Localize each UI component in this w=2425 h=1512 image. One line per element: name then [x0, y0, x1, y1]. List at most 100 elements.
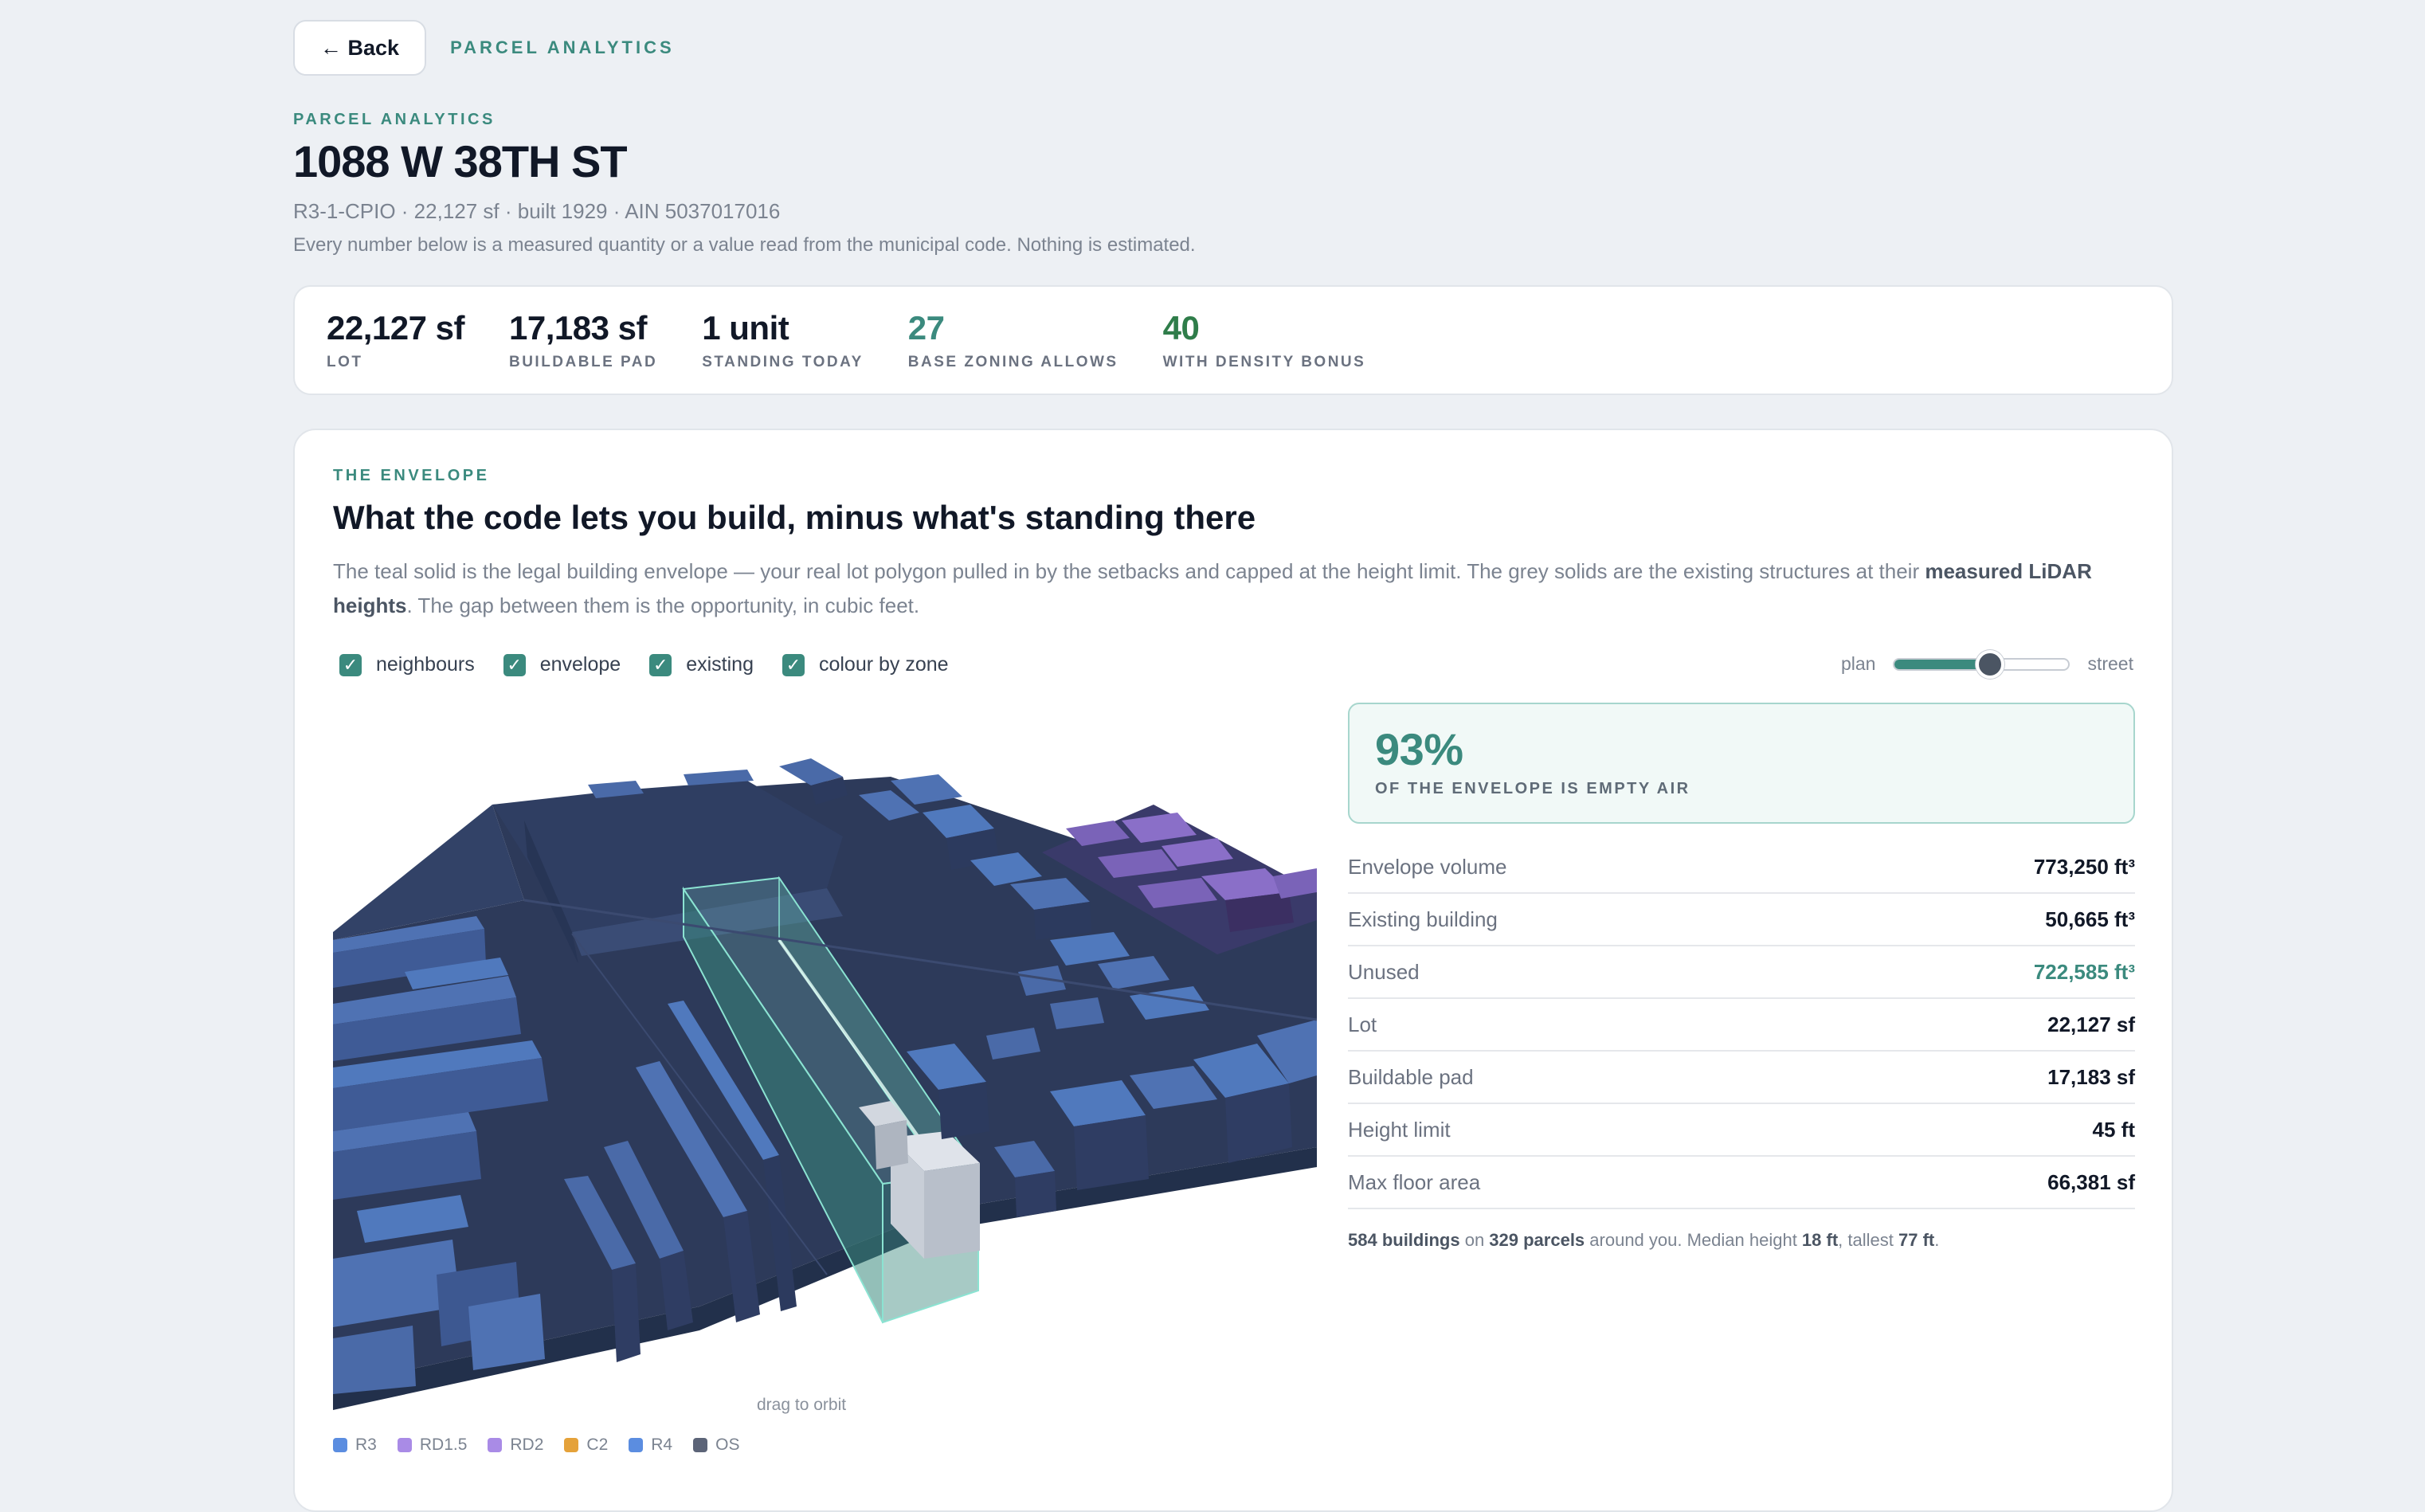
page-title: 1088 W 38TH ST	[293, 136, 628, 186]
envelope-title: What the code lets you build, minus what…	[333, 499, 1256, 536]
metric-value: 22,127 sf	[2047, 1012, 2135, 1036]
metric-label: Unused	[1348, 959, 1420, 984]
legend-swatch	[333, 1438, 347, 1452]
toggle-label: envelope	[539, 653, 621, 676]
legend-label: OS	[715, 1436, 740, 1454]
stat-label: LOT	[327, 354, 363, 370]
legend-item: OS	[693, 1436, 739, 1455]
stat-value: 17,183 sf	[508, 309, 647, 347]
existing-annex-front	[875, 1120, 908, 1169]
neighbourhood-summary: 584 buildings on 329 parcels around you.…	[1348, 1230, 2135, 1251]
desc-text: The teal solid is the legal building env…	[333, 559, 1926, 583]
legend-label: C2	[586, 1436, 609, 1454]
summary-parcels: 329 parcels	[1489, 1230, 1585, 1250]
desc-text: . The gap between them is the opportunit…	[406, 593, 920, 617]
slider-right-label: street	[2087, 653, 2133, 674]
metric-row: Buildable pad 17,183 sf	[1348, 1052, 2135, 1104]
metric-row: Lot 22,127 sf	[1348, 999, 2135, 1052]
toggle-label: existing	[686, 653, 754, 676]
metrics-panel: 93% OF THE ENVELOPE IS EMPTY AIR Envelop…	[1348, 703, 2135, 1251]
slider-thumb[interactable]	[1976, 649, 2005, 679]
building	[612, 1263, 641, 1362]
summary-text: on	[1459, 1230, 1490, 1250]
stat-value: 27	[907, 309, 945, 347]
layer-toggles: ✓ neighbours ✓ envelope ✓ existing ✓ colour …	[339, 653, 949, 676]
view-angle-control: plan street	[1840, 649, 2133, 679]
empty-air-label: OF THE ENVELOPE IS EMPTY AIR	[1375, 780, 1690, 797]
metric-value: 17,183 sf	[2047, 1064, 2135, 1089]
legend-label: R3	[355, 1436, 377, 1454]
back-button[interactable]: ← Back	[293, 20, 427, 76]
stat-density-bonus: 40 WITH DENSITY BONUS	[1163, 309, 1366, 394]
stat-label: BUILDABLE PAD	[508, 354, 658, 370]
building	[1015, 1171, 1056, 1217]
summary-buildings: 584 buildings	[1348, 1230, 1460, 1250]
stat-buildable-pad: 17,183 sf BUILDABLE PAD	[509, 309, 657, 394]
empty-air-callout: 93% OF THE ENVELOPE IS EMPTY AIR	[1348, 703, 2135, 824]
legend-item: RD2	[488, 1436, 543, 1455]
stat-label: WITH DENSITY BONUS	[1162, 354, 1366, 370]
empty-air-value: 93%	[1375, 724, 1463, 774]
metric-row: Envelope volume 773,250 ft³	[1348, 841, 2135, 894]
stat-standing-today: 1 unit STANDING TODAY	[702, 309, 864, 394]
toggle-envelope[interactable]: ✓ envelope	[503, 653, 621, 676]
zone-legend: R3 RD1.5 RD2 C2 R4 OS	[333, 1436, 739, 1455]
building	[1074, 1115, 1149, 1190]
legend-swatch	[397, 1438, 412, 1452]
header-eyebrow: PARCEL ANALYTICS	[293, 111, 496, 128]
stat-label: STANDING TODAY	[702, 354, 864, 370]
metric-label: Envelope volume	[1348, 854, 1507, 879]
summary-tallest: 77 ft	[1898, 1230, 1935, 1250]
toggle-label: neighbours	[376, 653, 475, 676]
building	[468, 1294, 545, 1370]
stats-bar: 22,127 sf LOT 17,183 sf BUILDABLE PAD 1 …	[293, 285, 2173, 395]
existing-front	[924, 1163, 980, 1259]
stat-value: 1 unit	[702, 309, 789, 347]
legend-swatch	[629, 1438, 644, 1452]
metric-value: 722,585 ft³	[2033, 959, 2135, 984]
checkbox-checked-icon[interactable]: ✓	[649, 653, 672, 676]
metric-label: Height limit	[1348, 1117, 1451, 1142]
orbit-hint: drag to orbit	[757, 1396, 847, 1414]
3d-viewer[interactable]	[333, 701, 1317, 1410]
legend-item: R4	[629, 1436, 672, 1455]
metric-value: 66,381 sf	[2047, 1169, 2135, 1194]
toggle-label: colour by zone	[818, 653, 949, 676]
metric-value: 45 ft	[2092, 1117, 2135, 1142]
metric-label: Existing building	[1348, 907, 1498, 931]
legend-label: R4	[651, 1436, 673, 1454]
legend-item: R3	[333, 1436, 377, 1455]
legend-label: RD2	[510, 1436, 544, 1454]
stat-base-zoning: 27 BASE ZONING ALLOWS	[908, 309, 1118, 394]
checkbox-checked-icon[interactable]: ✓	[339, 653, 362, 676]
metric-label: Buildable pad	[1348, 1064, 1474, 1089]
metric-row: Unused 722,585 ft³	[1348, 946, 2135, 999]
breadcrumb: PARCEL ANALYTICS	[450, 37, 675, 57]
data-note: Every number below is a measured quantit…	[293, 234, 1196, 256]
envelope-eyebrow: THE ENVELOPE	[333, 467, 490, 484]
legend-swatch	[488, 1438, 503, 1452]
legend-item: C2	[564, 1436, 608, 1455]
toggle-colour-by-zone[interactable]: ✓ colour by zone	[782, 653, 949, 676]
metric-label: Max floor area	[1348, 1169, 1481, 1194]
top-bar: ← Back PARCEL ANALYTICS	[293, 19, 675, 76]
stat-value: 22,127 sf	[327, 309, 464, 347]
metric-row: Height limit 45 ft	[1348, 1104, 2135, 1157]
slider-left-label: plan	[1840, 653, 1876, 674]
metric-row: Existing building 50,665 ft³	[1348, 894, 2135, 946]
building	[938, 1082, 989, 1139]
parcel-subline: R3-1-CPIO · 22,127 sf · built 1929 · AIN…	[293, 199, 781, 223]
view-angle-slider[interactable]	[1893, 649, 2070, 679]
summary-text: .	[1934, 1230, 1940, 1250]
envelope-description: The teal solid is the legal building env…	[333, 554, 2133, 623]
metric-label: Lot	[1348, 1012, 1377, 1036]
3d-scene[interactable]	[333, 701, 1317, 1410]
checkbox-checked-icon[interactable]: ✓	[782, 653, 805, 676]
stat-value: 40	[1162, 309, 1200, 347]
legend-item: RD1.5	[397, 1436, 467, 1455]
checkbox-checked-icon[interactable]: ✓	[503, 653, 526, 676]
legend-swatch	[564, 1438, 579, 1452]
toggle-neighbours[interactable]: ✓ neighbours	[339, 653, 475, 676]
metrics-table: Envelope volume 773,250 ft³ Existing buil…	[1348, 841, 2135, 1209]
toggle-existing[interactable]: ✓ existing	[649, 653, 754, 676]
